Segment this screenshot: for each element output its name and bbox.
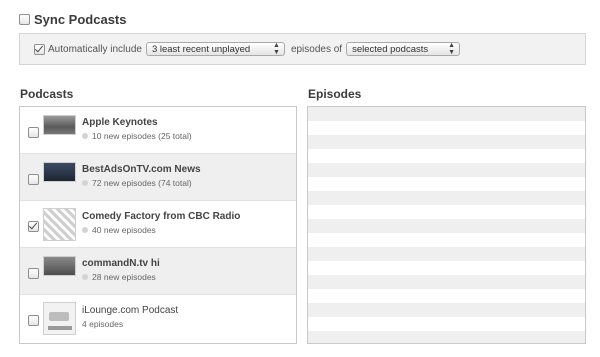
podcast-row[interactable]: BestAdsOnTV.com News 72 new episodes (74… <box>20 154 296 201</box>
status-dot-icon <box>82 227 88 233</box>
episode-count-select[interactable]: 3 least recent unplayed ▲ ▼ <box>145 42 285 56</box>
podcast-artwork <box>43 208 76 241</box>
podcast-episode-count: 72 new episodes (74 total) <box>92 178 192 188</box>
podcasts-list: Apple Keynotes 10 new episodes (25 total… <box>19 106 297 344</box>
podcast-artwork <box>43 115 76 135</box>
sync-options-bar: Automatically include 3 least recent unp… <box>19 33 586 65</box>
podcast-title: iLounge.com Podcast <box>82 305 179 316</box>
podcast-episode-count: 10 new episodes (25 total) <box>92 131 192 141</box>
updown-arrows-icon: ▲ ▼ <box>448 42 456 56</box>
podcast-checkbox[interactable] <box>28 221 39 232</box>
updown-arrows-icon: ▲ ▼ <box>273 42 280 56</box>
podcast-episode-count: 40 new episodes <box>92 225 156 235</box>
podcast-episode-count: 4 episodes <box>82 319 124 329</box>
auto-include-label: Automatically include <box>48 43 142 55</box>
podcast-scope-select[interactable]: selected podcasts ▲ ▼ <box>346 42 461 56</box>
podcast-title: BestAdsOnTV.com News <box>82 164 201 175</box>
podcast-row[interactable]: iLounge.com Podcast 4 episodes <box>20 295 296 342</box>
status-dot-icon <box>82 133 88 139</box>
sync-podcasts-checkbox[interactable] <box>19 13 30 25</box>
episodes-of-label: episodes of <box>290 43 343 55</box>
podcast-artwork <box>43 162 76 182</box>
podcasts-heading: Podcasts <box>20 87 74 101</box>
podcast-checkbox[interactable] <box>28 127 39 138</box>
episode-count-select-value: 3 least recent unplayed <box>151 43 251 55</box>
podcast-row[interactable]: Apple Keynotes 10 new episodes (25 total… <box>20 107 296 154</box>
podcast-episode-count: 28 new episodes <box>92 272 156 282</box>
podcast-row[interactable]: Comedy Factory from CBC Radio 40 new epi… <box>20 201 296 248</box>
podcast-scope-select-value: selected podcasts <box>352 43 429 55</box>
episodes-list[interactable] <box>307 106 586 344</box>
podcast-title: Comedy Factory from CBC Radio <box>82 211 241 222</box>
sync-podcasts-title: Sync Podcasts <box>34 11 127 27</box>
podcast-checkbox[interactable] <box>28 268 39 279</box>
podcast-title: Apple Keynotes <box>82 117 158 128</box>
auto-include-checkbox[interactable] <box>34 43 45 55</box>
status-dot-icon <box>82 180 88 186</box>
status-dot-icon <box>82 274 88 280</box>
podcast-row[interactable]: commandN.tv hi 28 new episodes <box>20 248 296 295</box>
podcast-checkbox[interactable] <box>28 315 39 326</box>
podcast-title: commandN.tv hi <box>82 258 160 269</box>
sync-podcasts-row[interactable]: Sync Podcasts <box>19 11 127 27</box>
podcast-checkbox[interactable] <box>28 174 39 185</box>
podcast-artwork <box>43 302 76 335</box>
podcast-artwork <box>43 256 76 276</box>
episodes-heading: Episodes <box>308 87 362 101</box>
